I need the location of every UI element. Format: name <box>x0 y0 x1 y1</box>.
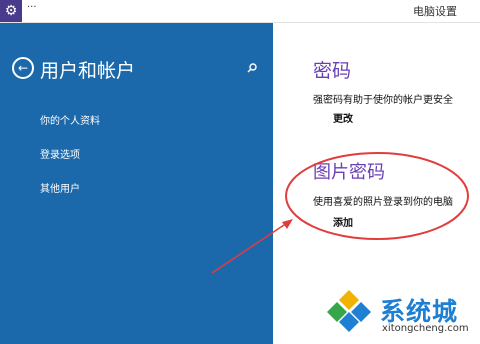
annotation-arrow <box>211 219 293 274</box>
sidebar-item-other-users[interactable]: 其他用户 <box>40 180 80 195</box>
change-password-button[interactable]: 更改 <box>333 110 353 125</box>
menu-dots[interactable]: ··· <box>27 2 37 13</box>
password-desc: 强密码有助于使你的帐户更安全 <box>313 95 453 106</box>
sidebar-item-profile[interactable]: 你的个人资料 <box>40 112 100 127</box>
back-arrow-icon[interactable]: ← <box>12 57 34 79</box>
sidebar-item-signin-options[interactable]: 登录选项 <box>40 146 80 161</box>
watermark-url: xitongcheng.com <box>382 323 469 334</box>
gear-icon[interactable]: ⚙ <box>0 0 22 22</box>
sidebar-title: 用户和帐户 <box>40 60 136 82</box>
password-title: 密码 <box>313 60 352 82</box>
annotation-ellipse <box>285 152 469 240</box>
watermark-logo <box>327 290 371 332</box>
search-icon[interactable] <box>247 63 257 73</box>
title-bar: ⚙ ··· 电脑设置 <box>0 0 480 23</box>
window-title: 电脑设置 <box>413 5 457 18</box>
